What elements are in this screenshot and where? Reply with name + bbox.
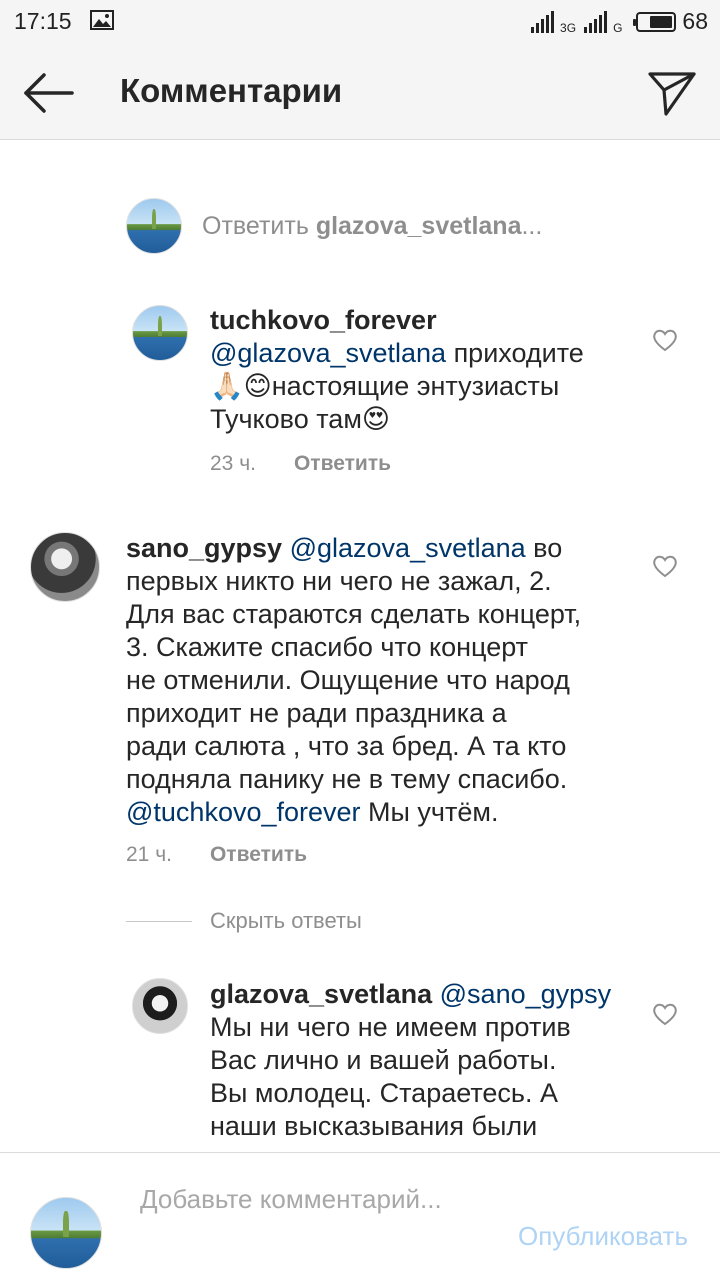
- divider: [126, 920, 192, 922]
- comment-text-line: наши высказывания были: [210, 1111, 538, 1141]
- reply-to-prompt[interactable]: Ответить glazova_svetlana...: [202, 212, 542, 241]
- status-time: 17:15: [14, 8, 72, 34]
- comment-text-line-1: @glazova_svetlana приходите: [210, 337, 630, 370]
- comment-text-line: подняла панику не в тему спасибо.: [126, 764, 568, 794]
- comment-input[interactable]: [140, 1183, 480, 1253]
- avatar[interactable]: [132, 978, 188, 1034]
- comment-meta: 21 ч. Ответить: [126, 843, 307, 867]
- avatar[interactable]: [30, 532, 100, 602]
- comment-composer: Опубликовать: [0, 1152, 720, 1280]
- reply-prompt-ellipsis: ...: [521, 212, 543, 240]
- comment-meta: 23 ч. Ответить: [210, 452, 391, 476]
- comment-text-line-3: Тучково там😍: [210, 404, 391, 434]
- comment-tuchkovo-forever: tuchkovo_forever @glazova_svetlana прихо…: [210, 304, 630, 436]
- battery-icon: [633, 11, 677, 32]
- comment-text-line-1: glazova_svetlana @sano_gypsy: [210, 978, 630, 1011]
- comment-text: Мы учтём.: [360, 797, 499, 827]
- like-heart-icon[interactable]: [652, 328, 678, 352]
- comment-text-line: первых никто ни чего не зажал, 2.: [126, 566, 552, 596]
- comment-username[interactable]: sano_gypsy: [126, 533, 282, 563]
- comment-text-line: ради салюта , что за бред. А та кто: [126, 731, 567, 761]
- network-type-label: 3G: [560, 21, 577, 35]
- mention-link[interactable]: @sano_gypsy: [440, 979, 612, 1009]
- comment-text-line-1: sano_gypsy @glazova_svetlana во: [126, 532, 626, 565]
- reply-button[interactable]: Ответить: [210, 843, 307, 866]
- like-heart-icon[interactable]: [652, 554, 678, 578]
- paper-plane-icon[interactable]: [646, 66, 698, 118]
- signal-strength-icon: [584, 10, 608, 33]
- avatar: [30, 1197, 102, 1269]
- comment-text-line: приходит не ради праздника а: [126, 698, 507, 728]
- status-indicators: 3G G 68: [531, 8, 708, 35]
- image-notification-icon: [90, 10, 114, 30]
- arrow-left-icon[interactable]: [18, 68, 78, 118]
- comment-time: 23 ч.: [210, 452, 256, 475]
- comment-glazova-svetlana: glazova_svetlana @sano_gypsy Мы ни чего …: [210, 978, 630, 1143]
- reply-button[interactable]: Ответить: [294, 452, 391, 475]
- comment-text-line: Мы ни чего не имеем против: [210, 1012, 571, 1042]
- mention-link[interactable]: @glazova_svetlana: [290, 533, 526, 563]
- comment-text-line: @tuchkovo_forever Мы учтём.: [126, 796, 626, 829]
- comment-text-line: Для вас стараются сделать концерт,: [126, 599, 582, 629]
- app-bar: Комментарии: [0, 44, 720, 140]
- comment-text-line: 3. Скажите спасибо что концерт: [126, 632, 529, 662]
- comment-username[interactable]: glazova_svetlana: [210, 979, 432, 1009]
- comment-text-line: не отменили. Ощущение что народ: [126, 665, 570, 695]
- hide-replies-label: Скрыть ответы: [210, 908, 362, 933]
- signal-strength-icon: [531, 10, 555, 33]
- comment-text: приходите: [446, 338, 584, 368]
- comment-time: 21 ч.: [126, 843, 172, 866]
- comment-sano-gypsy: sano_gypsy @glazova_svetlana во первых н…: [126, 532, 626, 829]
- comment-text: во: [533, 533, 563, 563]
- battery-percent: 68: [682, 8, 708, 34]
- hide-replies-toggle[interactable]: Скрыть ответы: [126, 908, 362, 934]
- status-bar: 17:15 3G G 68: [0, 0, 720, 44]
- comment-text-line-2: 🙏🏻😊настоящие энтузиасты: [210, 371, 560, 401]
- page-title: Комментарии: [120, 72, 343, 109]
- like-heart-icon[interactable]: [652, 1002, 678, 1026]
- avatar[interactable]: [132, 305, 188, 361]
- reply-prompt-username: glazova_svetlana: [315, 212, 522, 240]
- comment-text-line: Вы молодец. Стараетесь. А: [210, 1078, 559, 1108]
- comment-username[interactable]: tuchkovo_forever: [210, 304, 630, 337]
- reply-prompt-prefix: Ответить: [202, 212, 316, 240]
- battery-fill: [650, 15, 673, 28]
- publish-button[interactable]: Опубликовать: [518, 1221, 688, 1252]
- avatar[interactable]: [126, 198, 182, 254]
- comment-text-line: Вас лично и вашей работы.: [210, 1045, 557, 1075]
- mention-link[interactable]: @glazova_svetlana: [210, 338, 446, 368]
- network-type-label: G: [613, 21, 623, 35]
- mention-link[interactable]: @tuchkovo_forever: [126, 797, 361, 827]
